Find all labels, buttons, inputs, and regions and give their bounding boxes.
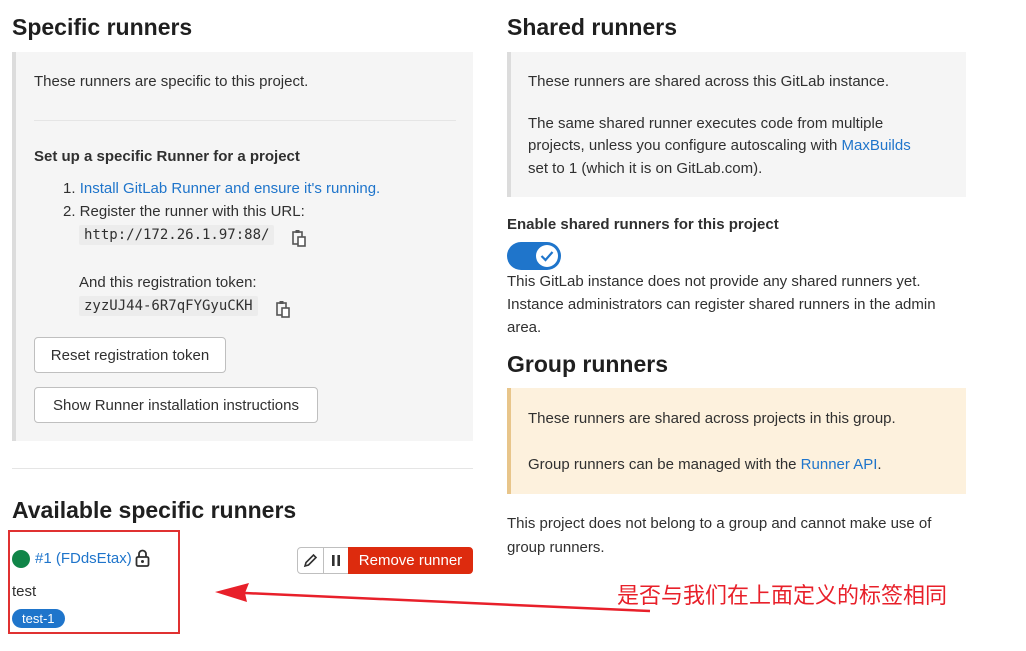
copy-url-icon[interactable] [292,229,306,247]
specific-runners-panel [12,52,473,441]
maxbuilds-link[interactable]: MaxBuilds [842,137,911,154]
lock-icon [135,549,150,567]
copy-token-icon[interactable] [276,300,290,318]
annotation-text: 是否与我们在上面定义的标签相同 [617,584,948,609]
runner-tag-badge: test-1 [12,609,65,628]
step-2: 2. Register the runner with this URL: [63,203,305,220]
online-status-icon [12,550,30,568]
runner-description: test [12,583,37,600]
show-instructions-button[interactable]: Show Runner installation instructions [34,387,318,423]
shared-line-2c: set to 1 (which it is on GitLab.com). [528,160,763,177]
reset-token-button[interactable]: Reset registration token [34,337,226,373]
shared-line-2b: projects, unless you configure autoscali… [528,137,911,154]
toggle-knob [536,245,558,267]
remove-runner-button[interactable]: Remove runner [348,547,473,574]
shared-notice-3: area. [507,319,542,336]
group-runners-panel [507,388,966,494]
specific-intro: These runners are specific to this proje… [34,73,309,90]
setup-heading: Set up a specific Runner for a project [34,148,300,165]
runner-api-link[interactable]: Runner API [801,456,878,473]
shared-runners-title: Shared runners [507,14,677,40]
group-runners-title: Group runners [507,351,669,377]
enable-shared-label: Enable shared runners for this project [507,216,779,233]
shared-notice-2: Instance administrators can register sha… [507,296,936,313]
shared-line-2a: The same shared runner executes code fro… [528,115,884,132]
specific-runners-title: Specific runners [12,14,193,40]
section-divider [12,468,473,469]
pause-icon [332,555,340,566]
enable-shared-runners-toggle[interactable] [507,242,561,270]
registration-url: http://172.26.1.97:88/ [79,225,275,245]
check-icon [540,251,554,262]
group-line-1: These runners are shared across projects… [528,410,896,427]
runner-link[interactable]: #1 (FDdsEtax) [35,550,132,567]
registration-token-row: zyzUJ44-6R7qFYGyuCKH [79,296,258,316]
registration-url-row: http://172.26.1.97:88/ [79,225,275,245]
edit-runner-button[interactable] [297,547,324,574]
token-label: And this registration token: [79,274,257,291]
shared-line-1: These runners are shared across this Git… [528,73,890,90]
group-notice-1: This project does not belong to a group … [507,515,932,532]
available-runners-title: Available specific runners [12,497,297,523]
registration-token: zyzUJ44-6R7qFYGyuCKH [79,296,258,316]
install-runner-link[interactable]: Install GitLab Runner and ensure it's ru… [80,180,381,197]
pencil-icon [303,553,318,568]
group-line-2: Group runners can be managed with the Ru… [528,456,882,473]
group-notice-2: group runners. [507,539,605,556]
step-1: 1. Install GitLab Runner and ensure it's… [63,180,381,197]
shared-notice-1: This GitLab instance does not provide an… [507,273,921,290]
divider [34,120,456,121]
annotation-arrow [215,583,651,613]
pause-runner-button[interactable] [323,547,349,574]
